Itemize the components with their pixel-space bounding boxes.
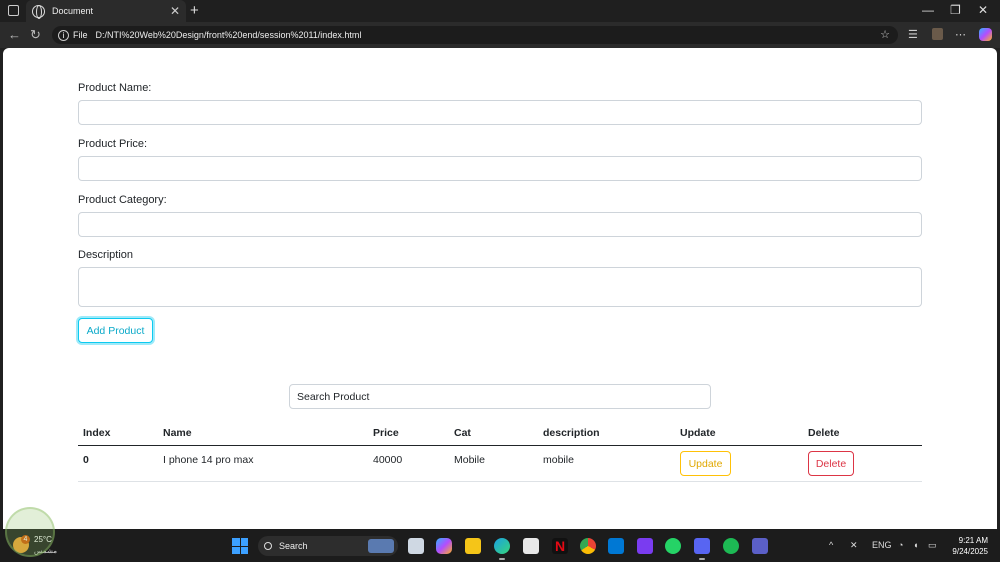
microphone-muted-icon[interactable]: ✕ xyxy=(850,540,858,551)
spotify-icon[interactable] xyxy=(723,538,739,554)
row-cat: Mobile xyxy=(454,454,485,466)
reload-button[interactable]: ↻ xyxy=(30,27,41,43)
info-icon[interactable]: i xyxy=(58,29,69,41)
watermark-logo xyxy=(5,507,55,557)
volume-icon[interactable]: ◖ xyxy=(913,540,918,550)
header-cat: Cat xyxy=(454,427,471,439)
product-price-label: Product Price: xyxy=(78,138,148,150)
minimize-button[interactable]: — xyxy=(922,3,934,17)
more-menu-icon[interactable]: ⋯ xyxy=(955,28,966,41)
browser-tab-strip: Document ✕ + — ❐ ✕ xyxy=(0,0,1000,22)
search-icon xyxy=(264,542,272,550)
row-index: 0 xyxy=(83,454,89,466)
description-label: Description xyxy=(78,249,134,261)
new-tab-button[interactable]: + xyxy=(190,2,199,19)
browser-toolbar: ← ↻ i File D:/NTI%20Web%20Design/front%2… xyxy=(0,22,1000,48)
netflix-icon[interactable]: N xyxy=(552,538,568,554)
clock-date: 9/24/2025 xyxy=(952,547,988,556)
teams-icon[interactable] xyxy=(752,538,768,554)
copilot-icon[interactable] xyxy=(979,28,992,41)
battery-icon[interactable]: ▭ xyxy=(928,540,937,551)
task-view-icon[interactable] xyxy=(408,538,424,554)
search-product-input[interactable] xyxy=(289,384,711,409)
profile-avatar[interactable] xyxy=(932,28,943,40)
globe-icon xyxy=(32,4,45,19)
url-text[interactable]: D:/NTI%20Web%20Design/front%20end/sessio… xyxy=(96,30,362,40)
add-product-button[interactable]: Add Product xyxy=(78,318,153,343)
update-button[interactable]: Update xyxy=(680,451,731,476)
clock-time: 9:21 AM xyxy=(958,536,988,545)
chrome-icon[interactable] xyxy=(580,538,596,554)
favorite-star-icon[interactable]: ☆ xyxy=(880,28,890,41)
start-button[interactable] xyxy=(232,538,248,554)
copilot-app-icon[interactable] xyxy=(436,538,452,554)
table-header: Index Name Price Cat description Update … xyxy=(78,420,922,446)
row-name: I phone 14 pro max xyxy=(163,454,254,466)
edge-browser-icon[interactable] xyxy=(494,538,510,560)
description-textarea[interactable] xyxy=(78,267,922,307)
search-highlight-image xyxy=(368,539,394,553)
product-category-input[interactable] xyxy=(78,212,922,237)
discord-icon[interactable] xyxy=(694,538,710,560)
back-button[interactable]: ← xyxy=(8,27,21,42)
header-name: Name xyxy=(163,427,192,439)
product-name-label: Product Name: xyxy=(78,82,152,94)
sidebar-toggle-icon[interactable] xyxy=(8,5,19,16)
close-tab-icon[interactable]: ✕ xyxy=(170,4,180,18)
vscode-icon[interactable] xyxy=(608,538,624,554)
restore-button[interactable]: ❐ xyxy=(950,3,961,17)
delete-button[interactable]: Delete xyxy=(808,451,854,476)
address-bar[interactable]: i File D:/NTI%20Web%20Design/front%20end… xyxy=(52,26,898,44)
close-window-button[interactable]: ✕ xyxy=(978,3,988,17)
language-indicator[interactable]: ENG xyxy=(872,540,892,550)
whatsapp-icon[interactable] xyxy=(665,538,681,554)
browser-tab[interactable]: Document ✕ xyxy=(26,0,186,22)
show-hidden-icons[interactable]: ^ xyxy=(829,540,833,550)
file-explorer-icon[interactable] xyxy=(465,538,481,554)
visual-studio-icon[interactable] xyxy=(637,538,653,554)
header-index: Index xyxy=(83,427,111,439)
wifi-icon[interactable]: ◔ xyxy=(898,540,903,550)
row-price: 40000 xyxy=(373,454,403,466)
microsoft-store-icon[interactable] xyxy=(523,538,539,554)
header-price: Price xyxy=(373,427,399,439)
scheme-label: File xyxy=(73,30,88,40)
header-delete: Delete xyxy=(808,427,840,439)
table-row: 0 I phone 14 pro max 40000 Mobile mobile… xyxy=(78,446,922,482)
taskbar-search-label: Search xyxy=(279,541,308,551)
tab-title: Document xyxy=(52,6,94,16)
product-name-input[interactable] xyxy=(78,100,922,125)
product-category-label: Product Category: xyxy=(78,194,167,206)
windows-taskbar: 4 25°C مشمس Search N ^ ✕ ENG ◔ ◖ ▭ 9:21 … xyxy=(0,529,1000,562)
row-description: mobile xyxy=(543,454,574,466)
favorites-icon[interactable]: ☰ xyxy=(908,28,918,41)
taskbar-search[interactable]: Search xyxy=(258,536,398,556)
header-update: Update xyxy=(680,427,716,439)
product-price-input[interactable] xyxy=(78,156,922,181)
products-table: Index Name Price Cat description Update … xyxy=(78,420,922,482)
taskbar-clock[interactable]: 9:21 AM 9/24/2025 xyxy=(952,535,988,557)
web-page: Product Name: Product Price: Product Cat… xyxy=(3,48,997,529)
header-description: description xyxy=(543,427,600,439)
